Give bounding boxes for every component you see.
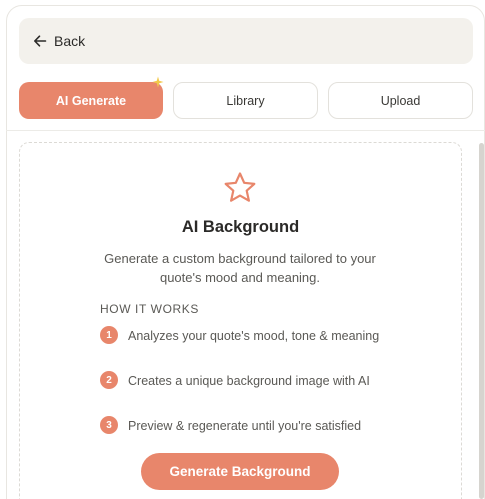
step-number-badge: 1 bbox=[100, 326, 118, 344]
arrow-left-icon bbox=[34, 35, 47, 47]
step-text: Analyzes your quote's mood, tone & meani… bbox=[128, 329, 380, 343]
tab-ai-generate-label: AI Generate bbox=[55, 93, 127, 108]
scrollbar[interactable] bbox=[479, 143, 484, 499]
back-button[interactable]: Back bbox=[19, 18, 473, 64]
step-text: Preview & regenerate until you're satisf… bbox=[128, 419, 362, 433]
tab-library[interactable]: Library bbox=[173, 82, 318, 119]
tab-upload-label: Upload bbox=[380, 93, 421, 108]
star-icon bbox=[224, 172, 256, 202]
card-title: AI Background bbox=[181, 218, 300, 236]
step-item: 1 Analyzes your quote's mood, tone & mea… bbox=[100, 326, 390, 346]
card-description: Generate a custom background tailored to… bbox=[104, 251, 376, 285]
step-item: 2 Creates a unique background image with… bbox=[100, 371, 390, 391]
how-it-works-heading: HOW IT WORKS bbox=[100, 302, 199, 316]
step-number-badge: 2 bbox=[100, 371, 118, 389]
back-label: Back bbox=[54, 33, 86, 49]
tabs-divider bbox=[6, 130, 485, 131]
generate-background-label: Generate Background bbox=[169, 464, 311, 479]
tab-upload[interactable]: Upload bbox=[328, 82, 473, 119]
source-tabs: AI Generate Library Upload bbox=[19, 76, 473, 119]
step-item: 3 Preview & regenerate until you're sati… bbox=[100, 416, 390, 436]
generate-background-button[interactable]: Generate Background bbox=[141, 453, 339, 490]
step-text: Creates a unique background image with A… bbox=[128, 374, 370, 388]
step-number-badge: 3 bbox=[100, 416, 118, 434]
tab-library-label: Library bbox=[226, 93, 265, 108]
sparkle-icon bbox=[152, 76, 164, 88]
tab-ai-generate[interactable]: AI Generate bbox=[19, 82, 163, 119]
